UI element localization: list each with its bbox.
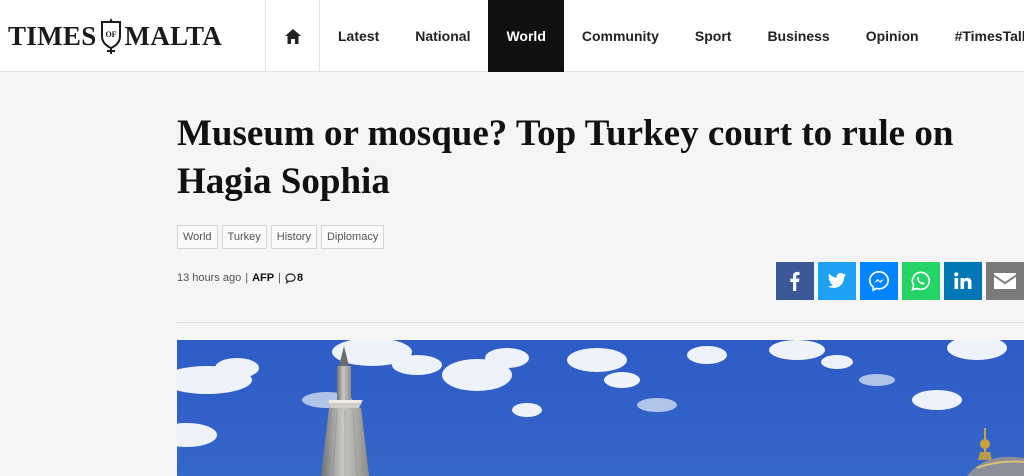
facebook-icon [790, 271, 800, 291]
article-tags: World Turkey History Diplomacy [177, 225, 385, 249]
hagia-sophia-photo [177, 340, 1024, 476]
tag-turkey[interactable]: Turkey [221, 225, 267, 249]
nav-item-timestalk[interactable]: #TimesTalk [937, 0, 1024, 72]
share-linkedin-button[interactable] [944, 262, 982, 300]
share-facebook-button[interactable] [776, 262, 814, 300]
share-messenger-button[interactable] [860, 262, 898, 300]
nav-item-world[interactable]: World [488, 0, 564, 72]
messenger-icon [869, 271, 889, 292]
linkedin-icon [954, 272, 972, 289]
home-icon [284, 28, 301, 44]
share-email-button[interactable] [986, 262, 1024, 300]
comment-count: 8 [296, 272, 304, 284]
twitter-icon [827, 273, 847, 288]
meta-separator: | [245, 272, 249, 284]
article-title: Museum or mosque? Top Turkey court to ru… [177, 113, 954, 202]
logo-word-times: TIMES [8, 20, 97, 51]
logo-crest-text: OF [105, 30, 116, 39]
email-icon [994, 273, 1016, 289]
logo-crest-icon: OF [100, 18, 121, 54]
section-menu: Latest National World Community Sport Bu… [320, 0, 1024, 72]
article-meta: 13 hours ago | AFP | 8 [177, 272, 303, 284]
comments-link[interactable]: 8 [285, 272, 303, 284]
nav-item-community[interactable]: Community [564, 0, 677, 72]
comment-icon [285, 272, 296, 284]
whatsapp-icon [911, 271, 931, 291]
meta-divider [177, 322, 1024, 323]
article-hero-image [177, 340, 1024, 476]
tag-diplomacy[interactable]: Diplomacy [320, 225, 385, 249]
tag-world[interactable]: World [177, 225, 218, 249]
meta-separator: | [278, 272, 281, 284]
home-button[interactable] [266, 0, 320, 72]
site-logo[interactable]: TIMES OF MALTA [0, 0, 266, 72]
nav-item-opinion[interactable]: Opinion [848, 0, 937, 72]
nav-item-business[interactable]: Business [749, 0, 847, 72]
top-navigation: TIMES OF MALTA Latest National World Com… [0, 0, 1024, 72]
share-twitter-button[interactable] [818, 262, 856, 300]
nav-item-sport[interactable]: Sport [677, 0, 750, 72]
publish-time: 13 hours ago [177, 272, 242, 284]
article-author[interactable]: AFP [252, 272, 274, 284]
nav-item-latest[interactable]: Latest [320, 0, 397, 72]
share-buttons [776, 262, 1024, 300]
logo-word-malta: MALTA [124, 20, 223, 51]
tag-history[interactable]: History [270, 225, 317, 249]
nav-item-national[interactable]: National [397, 0, 488, 72]
share-whatsapp-button[interactable] [902, 262, 940, 300]
